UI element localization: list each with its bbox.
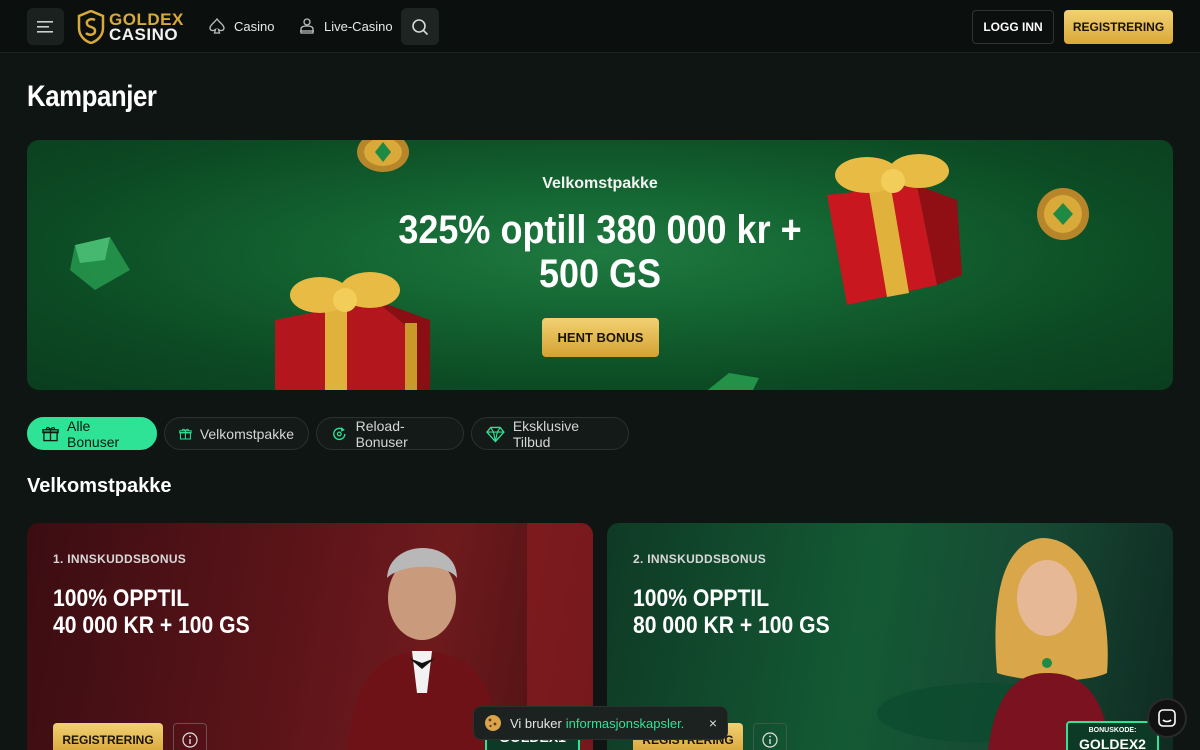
card-2-bonus-code[interactable]: BONUSKODE: GOLDEX2 xyxy=(1066,721,1159,750)
nav-casino[interactable]: Casino xyxy=(208,15,274,37)
reload-icon xyxy=(333,426,346,440)
card-1-title-line1: 100% OPPTIL xyxy=(53,585,190,612)
filter-all-bonuses[interactable]: Alle Bonuser xyxy=(27,417,157,450)
dealer-woman-illustration-icon xyxy=(877,538,1111,750)
info-icon xyxy=(182,732,198,748)
cookie-text: Vi bruker xyxy=(510,715,562,731)
card-1-register-button[interactable]: REGISTRERING xyxy=(53,723,163,750)
filter-welcome-package[interactable]: Velkomstpakke xyxy=(164,417,309,450)
card-1-label: 1. INNSKUDDSBONUS xyxy=(53,552,187,566)
menu-button[interactable] xyxy=(27,8,64,45)
coin-decoration-icon xyxy=(1037,188,1089,240)
spade-icon xyxy=(209,17,225,34)
card-2-code-label: BONUSKODE: xyxy=(1088,727,1137,734)
nav-live-casino-label: Live-Casino xyxy=(324,18,393,34)
logo-emblem-icon xyxy=(77,10,105,44)
cookie-banner: Vi bruker informasjonskapsler. × xyxy=(473,706,728,740)
gift-box-icon xyxy=(179,428,192,439)
card-2-title-line2: 80 000 KR + 100 GS xyxy=(633,612,830,639)
card-2-title: 100% OPPTIL 80 000 KR + 100 GS xyxy=(633,585,830,639)
gift-icon xyxy=(42,426,59,441)
nav-live-casino[interactable]: Live-Casino xyxy=(298,15,393,37)
filter-reload-bonuses-label: Reload-Bonuser xyxy=(355,417,408,450)
get-bonus-button[interactable]: HENT BONUS xyxy=(542,318,659,357)
diamond-icon xyxy=(486,426,505,443)
card-2-code-value: GOLDEX2 xyxy=(1079,736,1146,750)
search-button[interactable] xyxy=(401,8,439,45)
nav-casino-label: Casino xyxy=(234,18,275,34)
card-2-title-line1: 100% OPPTIL xyxy=(633,585,770,612)
hamburger-icon xyxy=(36,20,53,33)
filter-exclusive-offers[interactable]: Eksklusive Tilbud xyxy=(471,417,629,450)
card-2-label: 2. INNSKUDDSBONUS xyxy=(633,552,767,566)
cookie-close-button[interactable]: × xyxy=(709,715,717,731)
filter-all-bonuses-label: Alle Bonuser xyxy=(67,417,120,450)
chat-button[interactable] xyxy=(1147,698,1187,738)
coin-decoration-icon xyxy=(357,140,409,172)
hero-subtitle: Velkomstpakke xyxy=(542,175,658,192)
gift-decoration-icon xyxy=(827,154,962,305)
chat-icon xyxy=(1158,709,1176,727)
filter-reload-bonuses[interactable]: Reload-Bonuser xyxy=(316,417,464,450)
card-2-info-button[interactable] xyxy=(753,723,787,750)
search-icon xyxy=(412,18,429,35)
page-title: Kampanjer xyxy=(27,80,157,113)
hero-banner: Velkomstpakke 325% optill 380 000 kr + 5… xyxy=(27,140,1173,390)
card-1-title-line2: 40 000 KR + 100 GS xyxy=(53,612,250,639)
dealer-icon xyxy=(300,18,314,34)
filter-exclusive-offers-label: Eksklusive Tilbud xyxy=(512,417,579,450)
info-icon xyxy=(762,732,778,748)
logo-text-bottom: CASINO xyxy=(109,25,179,44)
gem-decoration-icon xyxy=(707,373,759,390)
cookie-icon xyxy=(485,715,501,731)
hero-title: 325% optill 380 000 kr + 500 GS xyxy=(398,208,802,296)
login-button[interactable]: LOGG INN xyxy=(972,10,1054,44)
top-header: GOLDEX CASINO Casino Live-Casino LOGG IN… xyxy=(0,0,1200,53)
filter-welcome-package-label: Velkomstpakke xyxy=(199,425,294,442)
logo[interactable]: GOLDEX CASINO xyxy=(77,9,184,45)
gem-decoration-icon xyxy=(70,237,130,290)
card-1-title: 100% OPPTIL 40 000 KR + 100 GS xyxy=(53,585,250,639)
card-1-info-button[interactable] xyxy=(173,723,207,750)
section-title: Velkomstpakke xyxy=(27,475,172,497)
cookie-link[interactable]: informasjonskapsler. xyxy=(566,716,685,731)
register-button[interactable]: REGISTRERING xyxy=(1064,10,1173,44)
